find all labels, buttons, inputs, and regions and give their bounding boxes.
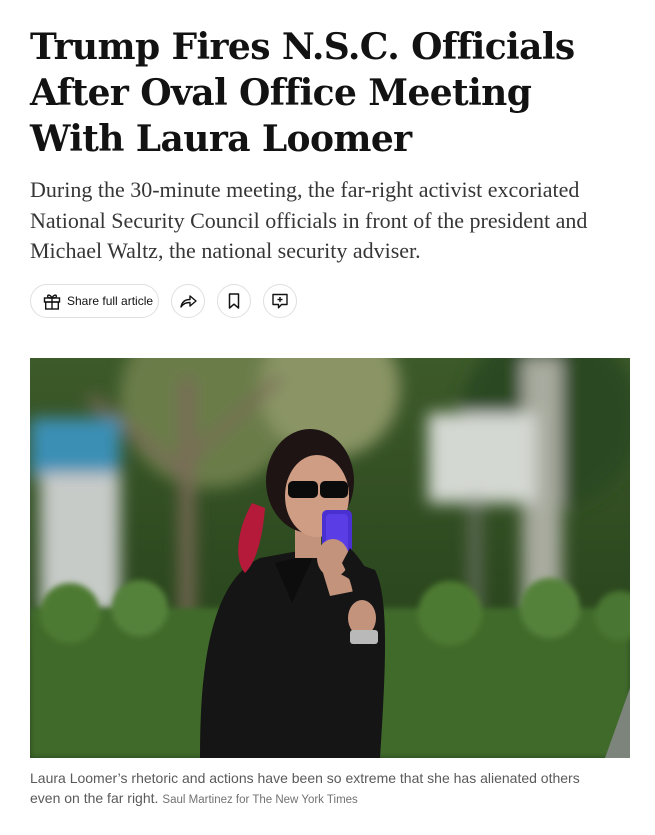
share-button[interactable] <box>171 284 205 318</box>
share-full-article-button[interactable]: Share full article <box>30 284 159 318</box>
photo-caption: Laura Loomer’s rhetoric and actions have… <box>30 768 590 810</box>
save-bookmark-button[interactable] <box>217 284 251 318</box>
comments-button[interactable] <box>263 284 297 318</box>
bookmark-icon <box>228 293 240 309</box>
comment-icon <box>272 293 288 309</box>
share-full-article-label: Share full article <box>67 294 154 308</box>
gift-icon <box>43 294 61 310</box>
photo-credit: Saul Martinez for The New York Times <box>162 794 358 806</box>
article-summary: During the 30-minute meeting, the far-ri… <box>30 177 588 263</box>
article-photo <box>30 358 630 758</box>
article-headline: Trump Fires N.S.C. Officials After Oval … <box>30 26 575 160</box>
share-arrow-icon <box>180 295 197 308</box>
